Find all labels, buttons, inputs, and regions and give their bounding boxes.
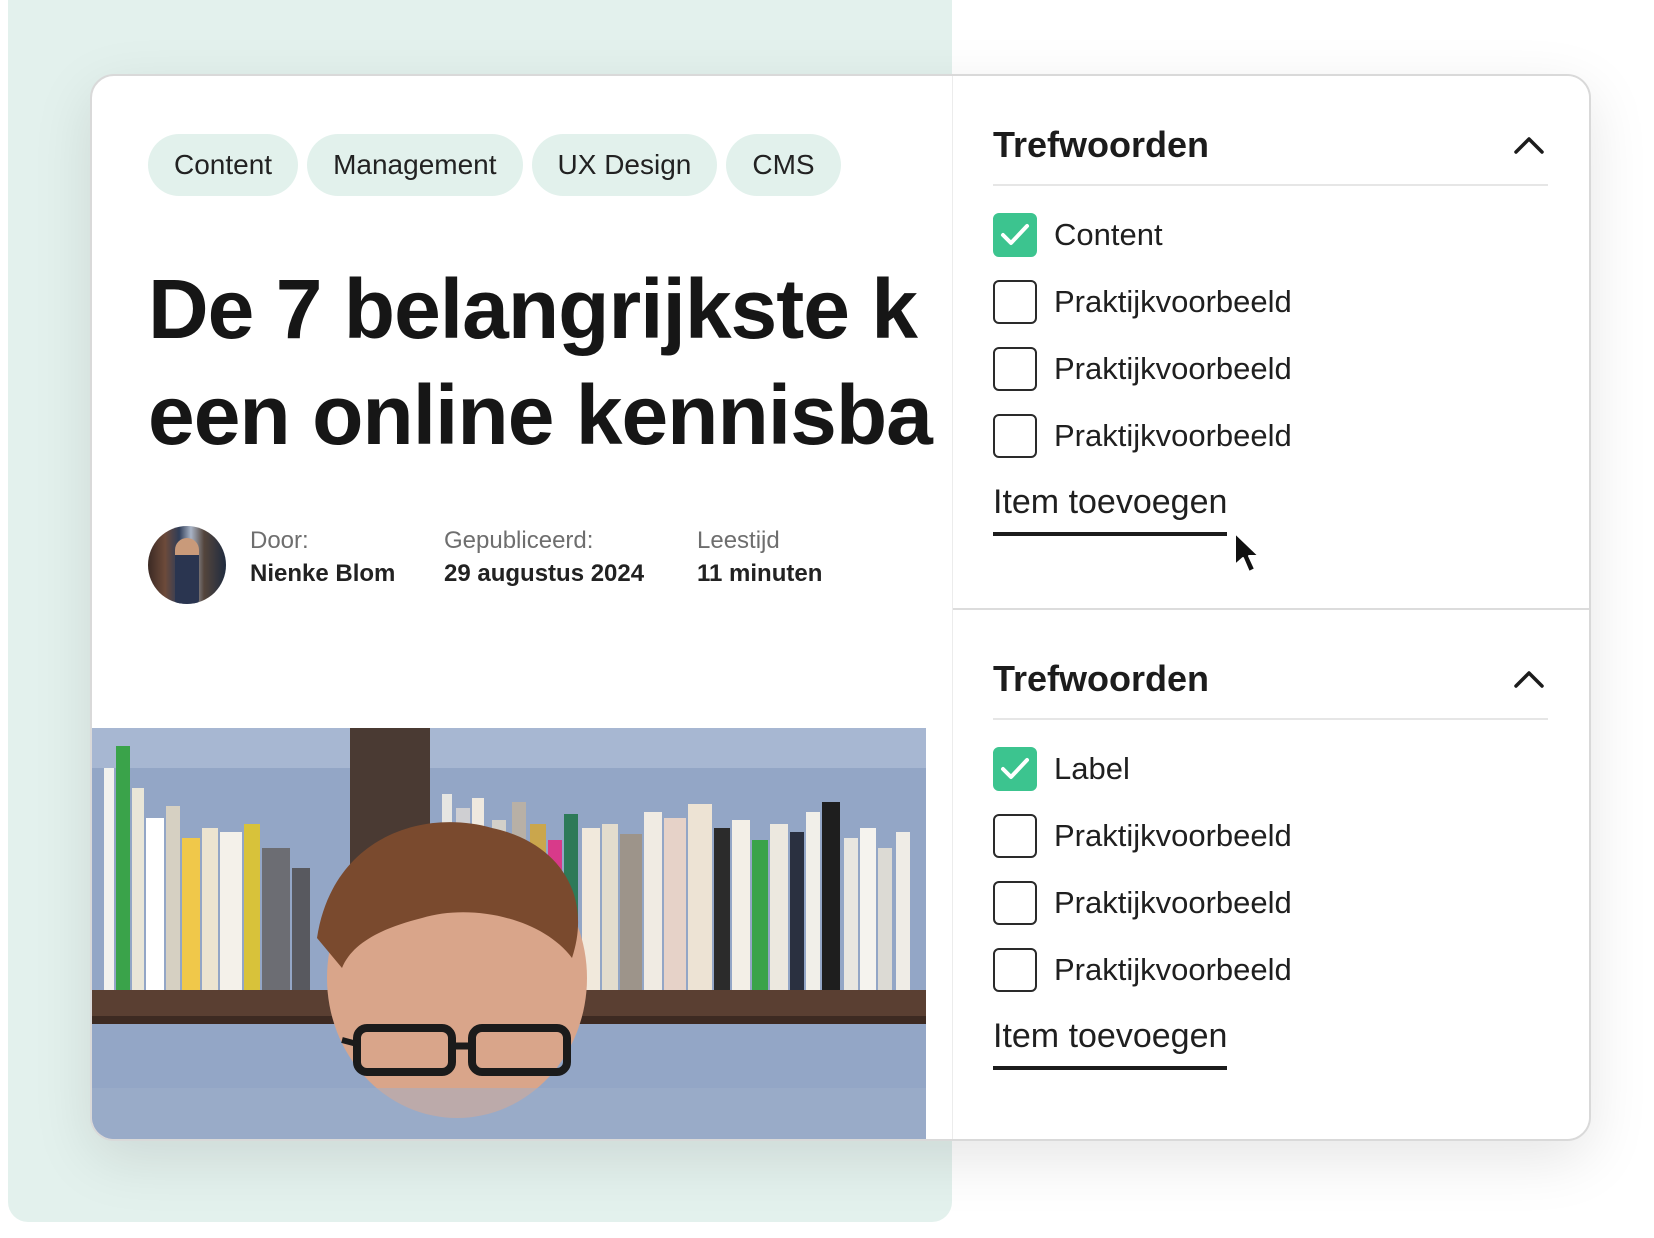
readtime-value: 11 minuten (697, 560, 823, 587)
filter-section-1: Trefwoorden Content Praktijkvoorbeeld Pr… (953, 76, 1589, 610)
filter-options: Content Praktijkvoorbeeld Praktijkvoorbe… (993, 212, 1292, 480)
add-item-link[interactable]: Item toevoegen (993, 478, 1228, 536)
author-avatar (148, 526, 226, 604)
filter-option-label: Content (1054, 217, 1163, 252)
tag-list: Content Management UX Design CMS (148, 134, 841, 196)
filter-section-header[interactable]: Trefwoorden (993, 122, 1548, 186)
filter-options: Label Praktijkvoorbeeld Praktijkvoorbeel… (993, 746, 1292, 1014)
checkmark-icon (1001, 758, 1029, 779)
checkbox[interactable] (993, 280, 1037, 324)
filter-option[interactable]: Praktijkvoorbeeld (993, 413, 1292, 459)
mouse-pointer-icon (1234, 532, 1260, 573)
tag-content[interactable]: Content (148, 134, 299, 196)
filter-panel: Trefwoorden Content Praktijkvoorbeeld Pr… (952, 76, 1589, 1139)
filter-option[interactable]: Praktijkvoorbeeld (993, 346, 1292, 392)
checkbox-checked[interactable] (993, 213, 1037, 257)
readtime-label: Leestijd (697, 527, 780, 554)
filter-option-label: Praktijkvoorbeeld (1054, 284, 1292, 319)
checkmark-icon (1001, 224, 1029, 245)
filter-option-label: Label (1054, 751, 1130, 786)
filter-option-label: Praktijkvoorbeeld (1054, 418, 1292, 453)
article-meta: Door: Nienke Blom Gepubliceerd: 29 augus… (148, 524, 908, 606)
article-card: Content Management UX Design CMS De 7 be… (90, 74, 1591, 1141)
article-title-line-2: een online kennisba (148, 368, 933, 462)
published-info: Gepubliceerd: 29 augustus 2024 (444, 524, 644, 590)
published-label: Gepubliceerd: (444, 527, 594, 554)
tag-management[interactable]: Management (307, 134, 523, 196)
tag-cms[interactable]: CMS (726, 134, 841, 196)
filter-option-label: Praktijkvoorbeeld (1054, 952, 1292, 987)
checkbox[interactable] (993, 948, 1037, 992)
filter-option[interactable]: Praktijkvoorbeeld (993, 880, 1292, 926)
article-title-line-1: De 7 belangrijkste k (148, 262, 918, 356)
filter-option[interactable]: Label (993, 746, 1292, 792)
filter-option-label: Praktijkvoorbeeld (1054, 351, 1292, 386)
filter-option[interactable]: Content (993, 212, 1292, 258)
checkbox[interactable] (993, 881, 1037, 925)
filter-option-label: Praktijkvoorbeeld (1054, 818, 1292, 853)
readtime-info: Leestijd 11 minuten (697, 524, 822, 590)
checkbox[interactable] (993, 414, 1037, 458)
filter-option[interactable]: Praktijkvoorbeeld (993, 947, 1292, 993)
article-hero-image (92, 728, 926, 1139)
filter-option[interactable]: Praktijkvoorbeeld (993, 813, 1292, 859)
filter-section-title: Trefwoorden (993, 658, 1210, 699)
filter-option[interactable]: Praktijkvoorbeeld (993, 279, 1292, 325)
tag-ux-design[interactable]: UX Design (531, 134, 718, 196)
filter-section-header[interactable]: Trefwoorden (993, 656, 1548, 720)
published-date: 29 augustus 2024 (444, 560, 645, 587)
filter-section-title: Trefwoorden (993, 124, 1210, 165)
author-info: Door: Nienke Blom (250, 524, 395, 590)
article-title: De 7 belangrijkste k een online kennisba (148, 256, 1014, 526)
author-name: Nienke Blom (250, 560, 396, 587)
checkbox-checked[interactable] (993, 747, 1037, 791)
author-label: Door: (250, 527, 309, 554)
filter-option-label: Praktijkvoorbeeld (1054, 885, 1292, 920)
filter-section-2: Trefwoorden Label Praktijkvoorbeeld Prak… (953, 610, 1589, 1139)
checkbox[interactable] (993, 814, 1037, 858)
chevron-up-icon[interactable] (1512, 666, 1546, 692)
checkbox[interactable] (993, 347, 1037, 391)
chevron-up-icon[interactable] (1512, 132, 1546, 158)
add-item-link[interactable]: Item toevoegen (993, 1012, 1228, 1070)
